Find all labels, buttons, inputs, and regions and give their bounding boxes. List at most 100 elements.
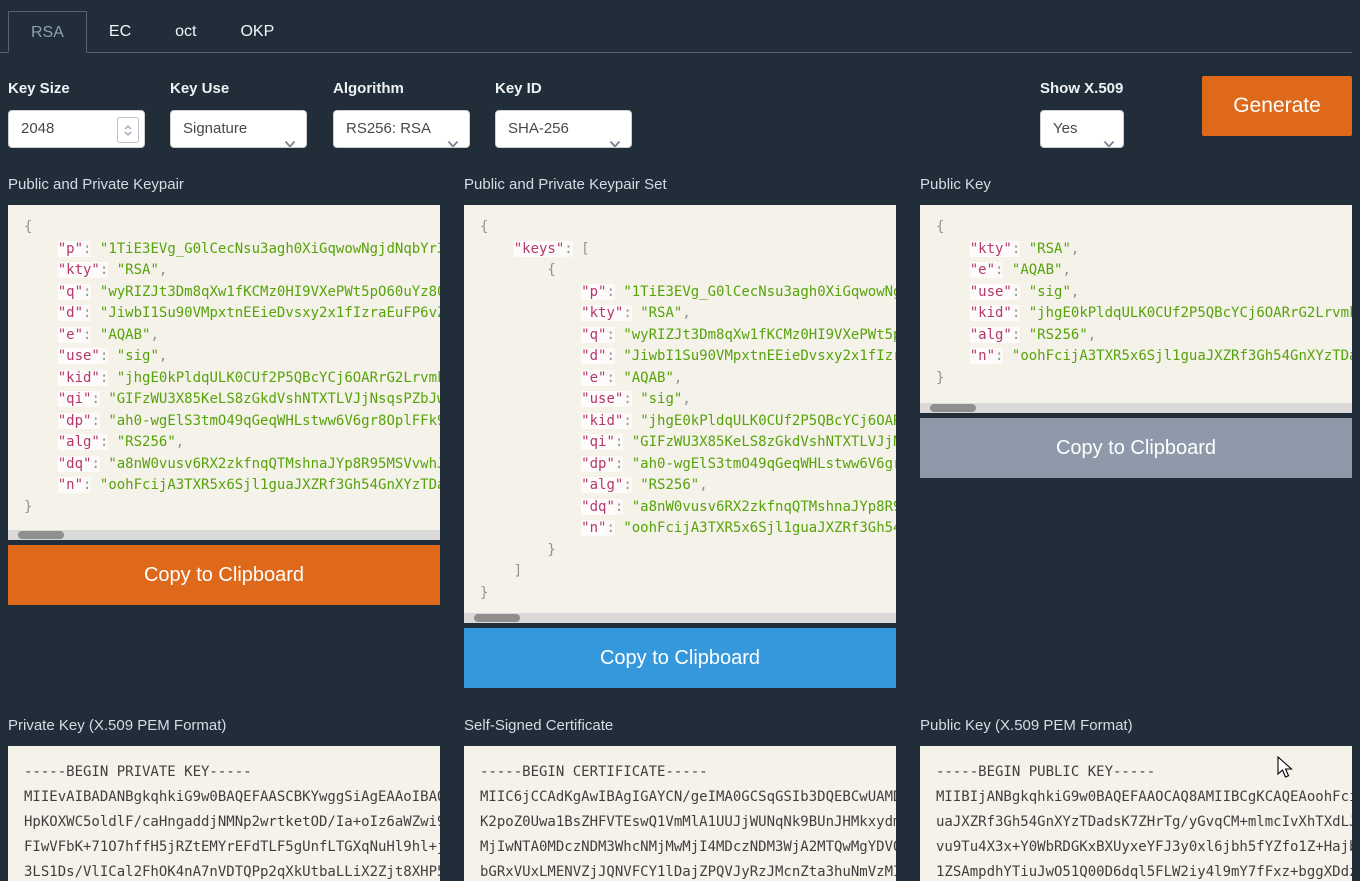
algorithm-label: Algorithm bbox=[333, 80, 470, 97]
pem-line: uaJXZRf3Gh54GnXYzTDadsK7ZHrTg/yGvqCM+mlm… bbox=[936, 810, 1352, 835]
pem-line: HpKOXWC5oldlF/caHngaddjNMNp2wrtketOD/Ia+… bbox=[24, 810, 440, 835]
pem-line: MIIBIjANBgkqhkiG9w0BAQEFAAOCAQ8AMIIBCgKC… bbox=[936, 785, 1352, 810]
pem-line: MIIC6jCCAdKgAwIBAgIGAYCN/geIMA0GCSqGSIb3… bbox=[480, 785, 896, 810]
tab-okp[interactable]: OKP bbox=[218, 11, 296, 52]
pem-line: K2poZ0Uwa1BsZHFVTEswQ1VmMlA1UUJjWUNqNk9B… bbox=[480, 810, 896, 835]
pem-line: bGRxVUxLMENVZjJQNVFCY1lDajZPQVJyRzJMcnZt… bbox=[480, 860, 896, 881]
copy-keypair-set-button[interactable]: Copy to Clipboard bbox=[464, 628, 896, 688]
code-line: "qi": "GIFzWU3X85KeLS8zGkdVshNTXTLVJjNsq… bbox=[480, 432, 896, 454]
pem-line: MjIwNTA0MDczNDM3WhcNMjMwMjI4MDczNDM3WjA2… bbox=[480, 835, 896, 860]
keypair-json-code[interactable]: { "p": "1TiE3EVg_G0lCecNsu3agh0XiGqwowNg… bbox=[8, 205, 440, 540]
code-line: "n": "oohFcijA3TXR5x6Sjl1guaJXZRf3Gh54Gn… bbox=[24, 475, 440, 497]
code-line: "dp": "ah0-wgElS3tmO49qGeqWHLstww6V6gr8O… bbox=[480, 454, 896, 476]
show-x509-select[interactable]: Yes bbox=[1040, 110, 1124, 148]
code-line: ] bbox=[480, 561, 896, 583]
code-line: "n": "oohFcijA3TXR5x6Sjl1guaJXZRf3Gh54Gn… bbox=[936, 346, 1352, 368]
code-line: "keys": [ bbox=[480, 239, 896, 261]
pem-line: MIIEvAIBADANBgkqhkiG9w0BAQEFAASCBKYwggSi… bbox=[24, 785, 440, 810]
horizontal-scrollbar-thumb[interactable] bbox=[474, 614, 520, 622]
code-line: "e": "AQAB", bbox=[480, 368, 896, 390]
tab-ec[interactable]: EC bbox=[87, 11, 153, 52]
code-line: "kid": "jhgE0kPldqULK0CUf2P5QBcYCj6OARrG… bbox=[24, 368, 440, 390]
show-x509-label: Show X.509 bbox=[1040, 80, 1124, 97]
key-id-group: Key ID SHA-256 bbox=[495, 80, 632, 148]
stepper-up-icon[interactable] bbox=[124, 125, 132, 130]
key-use-select[interactable]: Signature bbox=[170, 110, 307, 148]
horizontal-scrollbar-thumb[interactable] bbox=[930, 404, 976, 412]
code-line: "kty": "RSA", bbox=[24, 260, 440, 282]
key-size-label: Key Size bbox=[8, 80, 145, 97]
public-key-pem-title: Public Key (X.509 PEM Format) bbox=[920, 717, 1352, 737]
code-line: "kid": "jhgE0kPldqULK0CUf2P5QBcYCj6OARrG… bbox=[480, 411, 896, 433]
private-key-pem-title: Private Key (X.509 PEM Format) bbox=[8, 717, 440, 737]
panel-public-key: Public Key { "kty": "RSA", "e": "AQAB", … bbox=[920, 176, 1352, 478]
pem-line: FIwVFbK+71O7hffH5jRZtEMYrEFdTLF5gUnfLTGX… bbox=[24, 835, 440, 860]
code-line: "alg": "RS256", bbox=[480, 475, 896, 497]
code-line: } bbox=[480, 540, 896, 562]
code-line: "kid": "jhgE0kPldqULK0CUf2P5QBcYCj6OARrG… bbox=[936, 303, 1352, 325]
horizontal-scrollbar[interactable] bbox=[8, 530, 440, 540]
public-key-pem-code[interactable]: -----BEGIN PUBLIC KEY-----MIIBIjANBgkqhk… bbox=[920, 746, 1352, 881]
panel-self-signed-cert: Self-Signed Certificate -----BEGIN CERTI… bbox=[464, 717, 896, 881]
tab-oct[interactable]: oct bbox=[153, 11, 218, 52]
key-type-tabs: RSA EC oct OKP bbox=[0, 11, 1352, 53]
code-line: "p": "1TiE3EVg_G0lCecNsu3agh0XiGqwowNgjd… bbox=[24, 239, 440, 261]
public-key-json-code[interactable]: { "kty": "RSA", "e": "AQAB", "use": "sig… bbox=[920, 205, 1352, 413]
code-line: "kty": "RSA", bbox=[936, 239, 1352, 261]
chevron-down-icon bbox=[609, 126, 621, 148]
pem-line: -----BEGIN PRIVATE KEY----- bbox=[24, 760, 440, 785]
code-line: { bbox=[24, 217, 440, 239]
horizontal-scrollbar[interactable] bbox=[464, 613, 896, 623]
code-line: { bbox=[480, 217, 896, 239]
key-use-label: Key Use bbox=[170, 80, 307, 97]
panel-keypair-set-title: Public and Private Keypair Set bbox=[464, 176, 896, 196]
code-line: "q": "wyRIZJt3Dm8qXw1fKCMz0HI9VXePWt5pO6… bbox=[24, 282, 440, 304]
code-line: "n": "oohFcijA3TXR5x6Sjl1guaJXZRf3Gh54Gn… bbox=[480, 518, 896, 540]
code-line: { bbox=[480, 260, 896, 282]
algorithm-group: Algorithm RS256: RSA bbox=[333, 80, 470, 148]
key-id-select[interactable]: SHA-256 bbox=[495, 110, 632, 148]
code-line: "alg": "RS256", bbox=[24, 432, 440, 454]
algorithm-select[interactable]: RS256: RSA bbox=[333, 110, 470, 148]
pem-line: 3LS1Ds/VlICal2FhOK4nA7nVDTQPp2qXkUtbaLLi… bbox=[24, 860, 440, 881]
code-line: "use": "sig", bbox=[24, 346, 440, 368]
code-line: "dq": "a8nW0vusv6RX2zkfnqQTMshnaJYp8R95M… bbox=[24, 454, 440, 476]
code-line: { bbox=[936, 217, 1352, 239]
algorithm-value: RS256: RSA bbox=[346, 120, 431, 137]
tab-rsa[interactable]: RSA bbox=[8, 11, 87, 53]
horizontal-scrollbar-thumb[interactable] bbox=[18, 531, 64, 539]
private-key-pem-code[interactable]: -----BEGIN PRIVATE KEY-----MIIEvAIBADANB… bbox=[8, 746, 440, 881]
code-line: "qi": "GIFzWU3X85KeLS8zGkdVshNTXTLVJjNsq… bbox=[24, 389, 440, 411]
mkjwk-app: RSA EC oct OKP Key Size 2048 Key Use Sig… bbox=[0, 0, 1360, 881]
pem-line: -----BEGIN PUBLIC KEY----- bbox=[936, 760, 1352, 785]
key-size-group: Key Size 2048 bbox=[8, 80, 145, 148]
key-id-label: Key ID bbox=[495, 80, 632, 97]
chevron-down-icon bbox=[447, 126, 459, 148]
panel-public-key-pem: Public Key (X.509 PEM Format) -----BEGIN… bbox=[920, 717, 1352, 881]
self-signed-cert-code[interactable]: -----BEGIN CERTIFICATE-----MIIC6jCCAdKgA… bbox=[464, 746, 896, 881]
show-x509-group: Show X.509 Yes bbox=[1040, 80, 1124, 148]
key-size-input[interactable]: 2048 bbox=[8, 110, 145, 148]
number-stepper[interactable] bbox=[117, 117, 139, 143]
pem-line: -----BEGIN CERTIFICATE----- bbox=[480, 760, 896, 785]
keypair-set-json-code[interactable]: { "keys": [ { "p": "1TiE3EVg_G0lCecNsu3a… bbox=[464, 205, 896, 623]
code-line: "dp": "ah0-wgElS3tmO49qGeqWHLstww6V6gr8O… bbox=[24, 411, 440, 433]
copy-public-key-button[interactable]: Copy to Clipboard bbox=[920, 418, 1352, 478]
code-line: "use": "sig", bbox=[936, 282, 1352, 304]
panel-keypair: Public and Private Keypair { "p": "1TiE3… bbox=[8, 176, 440, 605]
stepper-down-icon[interactable] bbox=[124, 131, 132, 136]
horizontal-scrollbar[interactable] bbox=[920, 403, 1352, 413]
code-line: "kty": "RSA", bbox=[480, 303, 896, 325]
code-line: "use": "sig", bbox=[480, 389, 896, 411]
panel-keypair-title: Public and Private Keypair bbox=[8, 176, 440, 196]
code-line: } bbox=[480, 583, 896, 605]
self-signed-cert-title: Self-Signed Certificate bbox=[464, 717, 896, 737]
pem-line: 1ZSAmpdhYTiuJwO51Q00D6dql5FLW2iy4l9mY7fF… bbox=[936, 860, 1352, 881]
chevron-down-icon bbox=[1103, 126, 1115, 148]
code-line: "d": "JiwbI1Su90VMpxtnEEieDvsxy2x1fIzraE… bbox=[24, 303, 440, 325]
key-id-value: SHA-256 bbox=[508, 120, 569, 137]
copy-keypair-button[interactable]: Copy to Clipboard bbox=[8, 545, 440, 605]
chevron-down-icon bbox=[284, 126, 296, 148]
panel-private-key-pem: Private Key (X.509 PEM Format) -----BEGI… bbox=[8, 717, 440, 881]
generate-button[interactable]: Generate bbox=[1202, 76, 1352, 136]
